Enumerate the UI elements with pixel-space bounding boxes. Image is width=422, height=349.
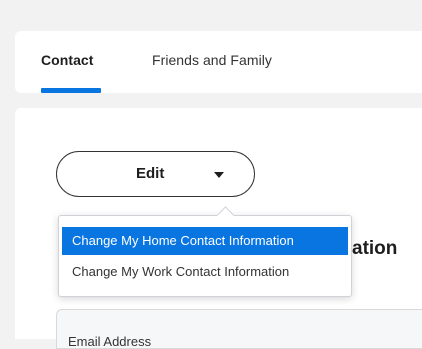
contact-information-heading: ation <box>352 238 398 259</box>
email-address-label: Email Address <box>68 334 152 349</box>
chevron-down-icon <box>214 172 224 178</box>
menu-item-change-home-contact[interactable]: Change My Home Contact Information <box>62 227 348 255</box>
tabs-bar: Contact Friends and Family <box>15 31 422 93</box>
edit-dropdown-menu: Change My Home Contact Information Chang… <box>58 206 352 297</box>
tab-contact[interactable]: Contact <box>41 52 93 68</box>
edit-button[interactable]: Edit <box>56 151 255 197</box>
email-address-section: Email Address <box>56 309 422 349</box>
menu-item-change-work-contact[interactable]: Change My Work Contact Information <box>62 258 348 286</box>
active-tab-indicator <box>41 88 101 93</box>
edit-button-label: Edit <box>136 165 165 182</box>
tab-friends-and-family[interactable]: Friends and Family <box>152 52 272 68</box>
